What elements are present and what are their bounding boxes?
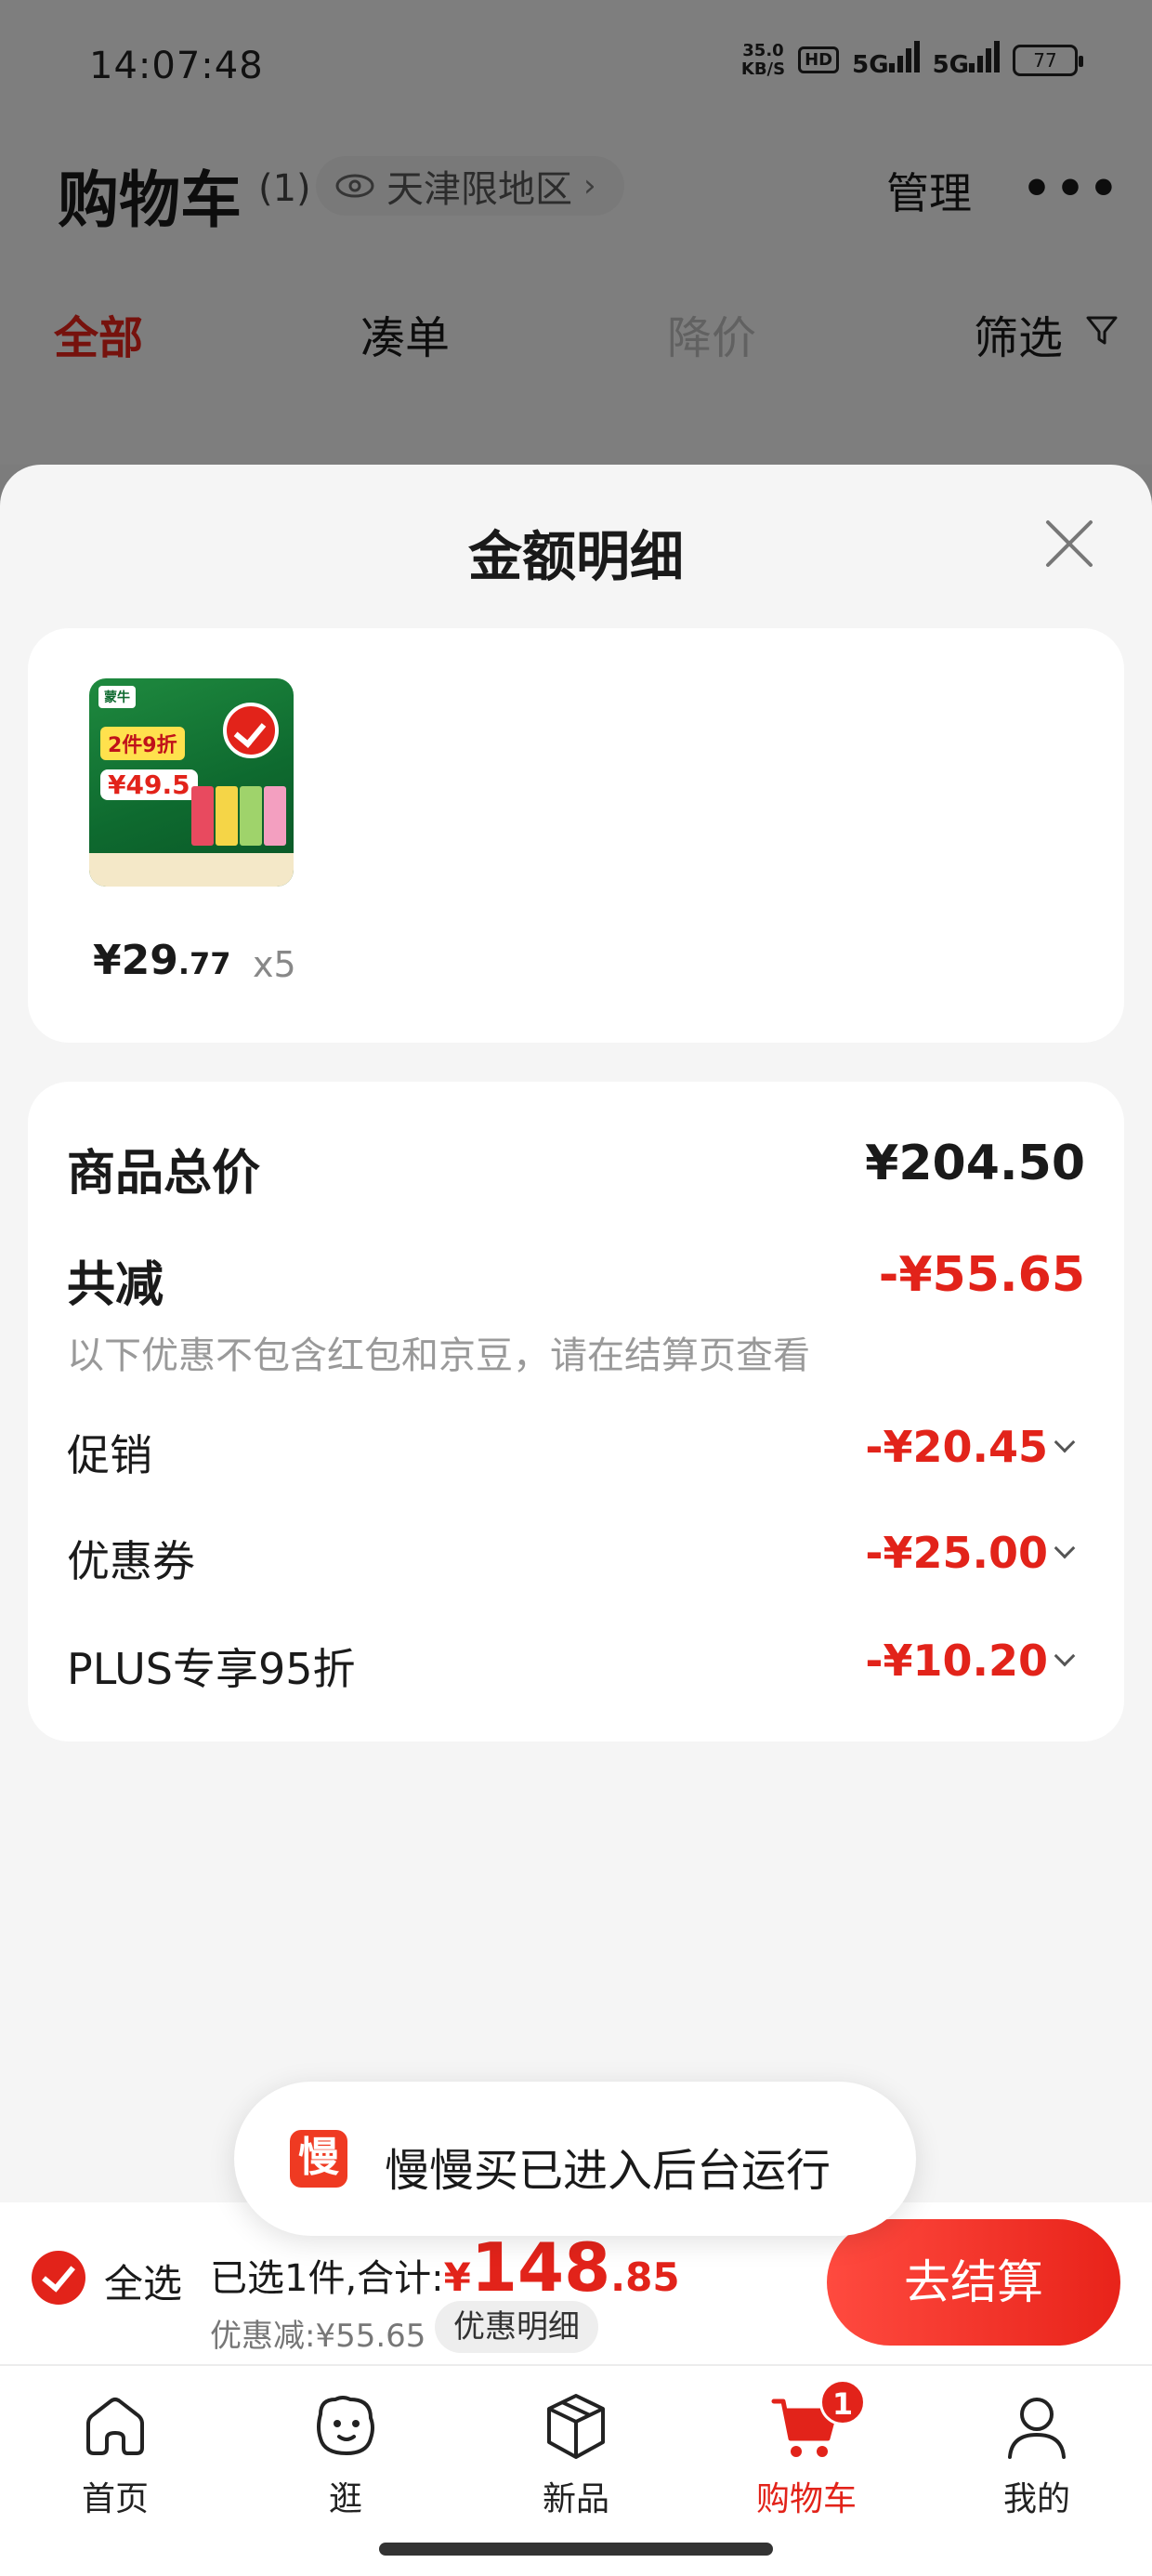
reduce-label: 共减 <box>67 1257 164 1313</box>
checkout-summary: 已选1件,合计: ¥ 148 .85 <box>210 2228 680 2307</box>
discount-label-plus: PLUS专享95折 <box>67 1644 356 1694</box>
discount-detail-button[interactable]: 优惠明细 <box>435 2301 598 2353</box>
select-all-label[interactable]: 全选 <box>104 2253 182 2309</box>
product-image-brand: 蒙牛 <box>98 686 136 708</box>
discount-note: 以下优惠不包含红包和京豆，请在结算页查看 <box>67 1334 810 1377</box>
product-image-price: ¥49.5 <box>100 769 198 800</box>
cart-badge: 1 <box>819 2379 866 2425</box>
item-unit-price: ¥29.77 <box>93 937 231 984</box>
discount-label-coupon: 优惠券 <box>67 1536 195 1586</box>
chevron-down-icon <box>1054 1431 1076 1453</box>
product-card: 蒙牛 2件9折 ¥49.5 ¥29.77 x5 <box>28 628 1124 1043</box>
chevron-down-icon <box>1054 1645 1076 1667</box>
nav-mine[interactable]: 我的 <box>962 2386 1111 2520</box>
browse-face-icon <box>317 2396 374 2456</box>
modal-overlay[interactable] <box>0 0 1152 465</box>
sheet-title: 金额明细 <box>467 525 684 588</box>
product-boxes <box>191 771 286 846</box>
checkout-total: 148 <box>470 2228 611 2307</box>
toast-text: 慢慢买已进入后台运行 <box>385 2145 831 2197</box>
cube-icon <box>547 2394 605 2459</box>
product-image[interactable]: 蒙牛 2件9折 ¥49.5 <box>89 678 294 887</box>
total-value: ¥204.50 <box>865 1136 1085 1191</box>
user-icon <box>1008 2398 1066 2459</box>
close-icon[interactable] <box>1042 517 1096 571</box>
savings-note: 优惠减:¥55.65 <box>210 2318 426 2355</box>
nav-new[interactable]: 新品 <box>502 2386 650 2520</box>
discount-row-plus[interactable]: -¥10.20 <box>865 1636 1076 1686</box>
checkout-button[interactable]: 去结算 <box>827 2219 1120 2346</box>
select-all-checkbox[interactable] <box>32 2251 85 2305</box>
product-image-deal: 2件9折 <box>100 727 185 760</box>
nav-browse[interactable]: 逛 <box>271 2386 420 2520</box>
nav-home[interactable]: 首页 <box>41 2386 190 2520</box>
nav-cart[interactable]: 1 购物车 <box>732 2379 881 2520</box>
total-label: 商品总价 <box>67 1146 261 1202</box>
discount-row-promo[interactable]: -¥20.45 <box>865 1422 1076 1472</box>
selected-check-icon <box>223 703 279 758</box>
item-quantity: x5 <box>253 944 296 985</box>
product-image-footer <box>89 853 294 887</box>
background-running-toast: 慢 慢慢买已进入后台运行 <box>234 2082 916 2236</box>
reduce-value: -¥55.65 <box>878 1247 1085 1303</box>
discount-row-coupon[interactable]: -¥25.00 <box>865 1528 1076 1578</box>
price-summary-card: 商品总价 ¥204.50 共减 -¥55.65 以下优惠不包含红包和京豆，请在结… <box>28 1082 1124 1741</box>
app-logo-icon: 慢 <box>290 2130 347 2188</box>
discount-label-promo: 促销 <box>67 1430 152 1480</box>
home-indicator[interactable] <box>379 2543 773 2556</box>
home-icon <box>86 2398 144 2455</box>
chevron-down-icon <box>1054 1537 1076 1559</box>
